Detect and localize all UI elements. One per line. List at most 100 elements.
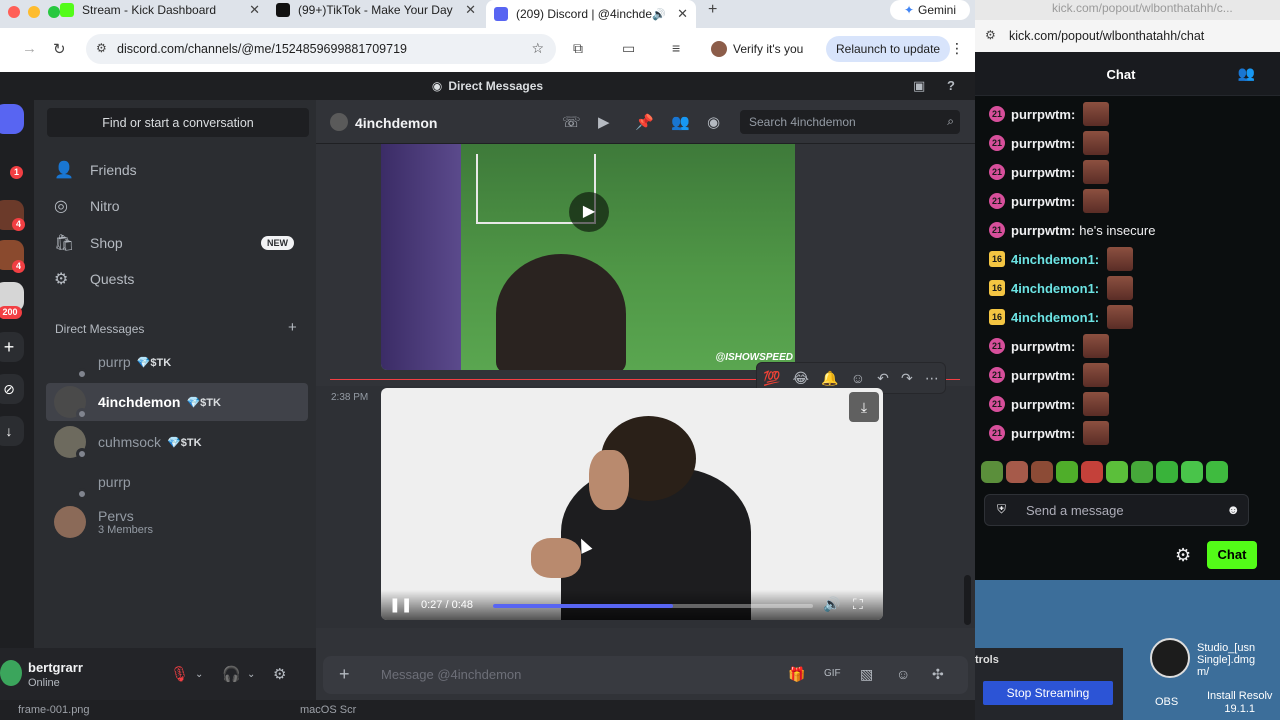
dm-item-cuhmsock[interactable]: cuhmsock 💎$TK bbox=[46, 423, 308, 461]
reload-icon[interactable]: ↻ bbox=[53, 40, 66, 58]
users-icon[interactable]: 👥 bbox=[1238, 65, 1255, 82]
search-input[interactable]: Search 4inchdemon ⌕ bbox=[740, 110, 960, 134]
add-server-icon[interactable]: + bbox=[0, 332, 24, 362]
discover-compass-icon[interactable]: ⊘ bbox=[0, 374, 24, 404]
minimize-window-dot[interactable] bbox=[28, 6, 40, 18]
chat-username[interactable]: purrpwtm: bbox=[1011, 339, 1075, 354]
hundred-emoji-icon[interactable]: 💯 bbox=[763, 370, 780, 387]
video-progress-bar[interactable] bbox=[493, 604, 813, 608]
nav-friends[interactable]: 👤 Friends bbox=[46, 154, 308, 186]
apps-icon[interactable]: ✣ bbox=[932, 666, 944, 683]
emote-icon[interactable] bbox=[1131, 461, 1153, 483]
create-dm-plus-icon[interactable]: + bbox=[288, 319, 297, 336]
new-tab-plus-icon[interactable]: + bbox=[708, 1, 717, 19]
nav-shop[interactable]: 🛍 Shop NEW bbox=[46, 227, 308, 259]
chat-username[interactable]: 4inchdemon1: bbox=[1011, 281, 1099, 296]
video-attachment-2[interactable]: ⤓ ❚❚ 0:27 / 0:48 🔊 ⛶ bbox=[381, 388, 883, 620]
gift-icon[interactable]: 🎁 bbox=[788, 666, 805, 683]
reply-icon[interactable]: ↶ bbox=[877, 370, 889, 387]
chat-settings-gear-icon[interactable]: ⚙ bbox=[1175, 545, 1191, 566]
inbox-icon[interactable]: ▣ bbox=[913, 78, 925, 94]
emote-icon[interactable] bbox=[1181, 461, 1203, 483]
cast-icon[interactable]: ▭ bbox=[622, 40, 635, 57]
more-options-icon[interactable]: ⋯ bbox=[925, 370, 939, 387]
upload-plus-icon[interactable]: + bbox=[339, 664, 350, 685]
chat-username[interactable]: purrpwtm: bbox=[1011, 165, 1075, 180]
voice-call-icon[interactable]: ☏ bbox=[562, 113, 581, 131]
chat-username[interactable]: purrpwtm: bbox=[1011, 136, 1075, 151]
message-scrollbar[interactable] bbox=[964, 575, 971, 625]
obs-app-icon[interactable] bbox=[1150, 638, 1190, 678]
laughing-emoji-icon[interactable]: 😂 bbox=[793, 370, 809, 387]
verify-identity-button[interactable]: Verify it's you bbox=[703, 36, 813, 62]
tab-close-icon[interactable]: ✕ bbox=[465, 2, 476, 18]
tab-close-icon[interactable]: ✕ bbox=[677, 6, 688, 22]
emote-icon[interactable] bbox=[1081, 461, 1103, 483]
video-call-icon[interactable]: ▶ bbox=[598, 113, 610, 131]
nav-quests[interactable]: ⚙ Quests bbox=[46, 263, 308, 295]
sticker-icon[interactable]: ▧ bbox=[860, 666, 873, 683]
chevron-down-icon[interactable]: ⌄ bbox=[247, 669, 255, 680]
kick-chat-input[interactable]: ⛨ Send a message ☻ bbox=[984, 494, 1249, 526]
site-info-icon[interactable]: ⚙ bbox=[985, 28, 996, 42]
find-conversation-input[interactable]: Find or start a conversation bbox=[47, 108, 309, 137]
tab-discord[interactable]: (209) Discord | @4inchde 🔊 ✕ bbox=[486, 0, 696, 28]
play-icon[interactable]: ▶ bbox=[569, 192, 609, 232]
chat-username[interactable]: 4inchdemon1: bbox=[1011, 252, 1099, 267]
user-profile-icon[interactable]: ◉ bbox=[707, 113, 720, 131]
pause-icon[interactable]: ❚❚ bbox=[389, 596, 412, 613]
download-icon[interactable]: ↓ bbox=[0, 416, 24, 446]
speaker-icon[interactable]: 🔊 bbox=[652, 8, 666, 21]
emote-icon[interactable] bbox=[1056, 461, 1078, 483]
chat-username[interactable]: 4inchdemon1: bbox=[1011, 310, 1099, 325]
chat-username[interactable]: purrpwtm: bbox=[1011, 397, 1075, 412]
chat-username[interactable]: purrpwtm: bbox=[1011, 368, 1075, 383]
chevron-down-icon[interactable]: ⌄ bbox=[195, 669, 203, 680]
forward-icon[interactable]: ↷ bbox=[901, 370, 913, 387]
tab-kick-dashboard[interactable]: Stream - Kick Dashboard ✕ bbox=[60, 0, 260, 20]
media-controls-icon[interactable]: ≡ bbox=[672, 40, 680, 56]
user-avatar[interactable] bbox=[0, 660, 22, 686]
emote-icon[interactable] bbox=[1031, 461, 1053, 483]
emote-icon[interactable] bbox=[1156, 461, 1178, 483]
emote-icon[interactable] bbox=[1006, 461, 1028, 483]
bell-emoji-icon[interactable]: 🔔 bbox=[821, 370, 838, 387]
emoji-icon[interactable]: ☺ bbox=[896, 666, 910, 682]
dm-item-pervs[interactable]: Pervs 3 Members bbox=[46, 503, 308, 541]
extensions-puzzle-icon[interactable]: ⧉ bbox=[573, 40, 583, 57]
gif-icon[interactable]: GIF bbox=[824, 668, 841, 679]
chrome-menu-icon[interactable]: ⋮ bbox=[950, 40, 964, 57]
gemini-button[interactable]: ✦ Gemini bbox=[890, 0, 970, 20]
volume-icon[interactable]: 🔊 bbox=[823, 596, 840, 613]
nav-nitro[interactable]: ◎ Nitro bbox=[46, 190, 308, 222]
download-icon[interactable]: ⤓ bbox=[849, 392, 879, 422]
emote-icon[interactable] bbox=[981, 461, 1003, 483]
chat-username[interactable]: purrpwtm: bbox=[1011, 223, 1075, 238]
tab-close-icon[interactable]: ✕ bbox=[249, 2, 260, 18]
relaunch-button[interactable]: Relaunch to update bbox=[826, 36, 951, 62]
bookmark-star-icon[interactable]: ☆ bbox=[531, 40, 544, 57]
message-input[interactable]: + Message @4inchdemon 🎁 GIF ▧ ☺ ✣ bbox=[323, 656, 968, 694]
site-info-icon[interactable]: ⚙ bbox=[96, 41, 107, 55]
dm-item-purrp-2[interactable]: purrp bbox=[46, 463, 308, 501]
chat-username[interactable]: purrpwtm: bbox=[1011, 107, 1075, 122]
chat-username[interactable]: purrpwtm: bbox=[1011, 426, 1075, 441]
add-reaction-icon[interactable]: ☺ bbox=[851, 370, 865, 386]
add-friends-to-dm-icon[interactable]: 👥 bbox=[671, 113, 690, 131]
emoji-icon[interactable]: ☻ bbox=[1226, 502, 1240, 517]
tab-tiktok[interactable]: (99+)TikTok - Make Your Day ✕ bbox=[276, 0, 476, 20]
emote-icon[interactable] bbox=[1206, 461, 1228, 483]
send-chat-button[interactable]: Chat bbox=[1207, 541, 1257, 569]
close-window-dot[interactable] bbox=[8, 6, 20, 18]
zoom-window-dot[interactable] bbox=[48, 6, 60, 18]
chat-username[interactable]: purrpwtm: bbox=[1011, 194, 1075, 209]
dm-item-4inchdemon[interactable]: 4inchdemon 💎$TK bbox=[46, 383, 308, 421]
user-settings-gear-icon[interactable]: ⚙ bbox=[273, 665, 286, 683]
home-server-icon[interactable] bbox=[0, 104, 24, 134]
dm-item-purrp[interactable]: purrp 💎$TK bbox=[46, 343, 308, 381]
fullscreen-icon[interactable]: ⛶ bbox=[853, 596, 863, 613]
mute-microphone-icon[interactable]: 🎙 bbox=[170, 665, 189, 683]
video-attachment-1[interactable]: ▶ @ISHOWSPEED bbox=[381, 144, 795, 370]
stop-streaming-button[interactable]: Stop Streaming bbox=[983, 681, 1113, 705]
emote-icon[interactable] bbox=[1106, 461, 1128, 483]
